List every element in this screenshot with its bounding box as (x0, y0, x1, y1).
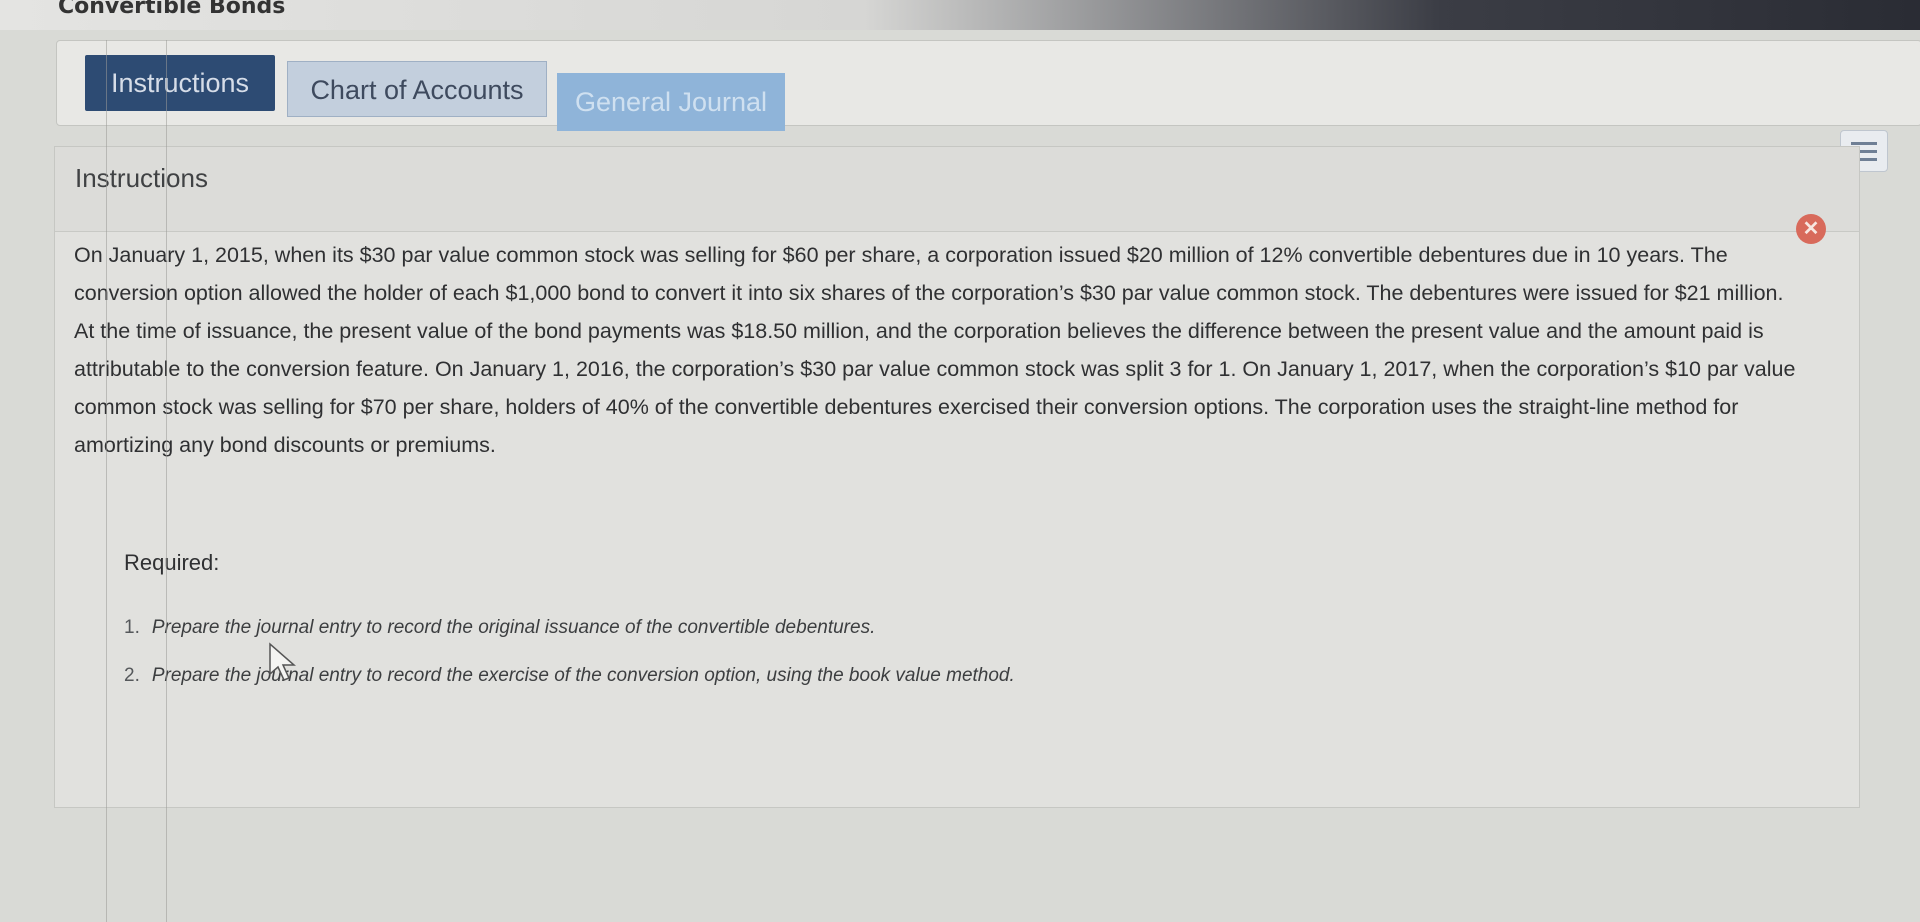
problem-line: conversion option allowed the holder of … (74, 281, 1784, 305)
problem-line: On January 1, 2015, when its $30 par val… (74, 243, 1728, 267)
problem-line: attributable to the conversion feature. … (74, 357, 1796, 381)
screen-moire-line (106, 40, 107, 922)
required-item: 1. Prepare the journal entry to record th… (124, 606, 1524, 650)
problem-line: common stock was selling for $70 per sha… (74, 395, 1739, 419)
screen-moire-line (166, 40, 167, 922)
required-item-number: 1. (124, 617, 140, 638)
panel-heading: Instructions (55, 147, 1859, 232)
problem-line: At the time of issuance, the present val… (74, 319, 1764, 343)
required-item-text: Prepare the journal entry to record the … (151, 617, 876, 638)
tab-bar: Instructions Chart of Accounts General J… (56, 40, 1920, 131)
required-heading: Required: (124, 550, 220, 575)
tab-chart-of-accounts[interactable]: Chart of Accounts (287, 61, 547, 117)
problem-line: amortizing any bond discounts or premium… (74, 433, 496, 457)
menu-bar-line (1851, 141, 1877, 145)
required-list: 1. Prepare the journal entry to record th… (124, 606, 1524, 698)
mouse-cursor-icon (269, 642, 296, 681)
title-bar: Convertible Bonds (0, 0, 1920, 30)
tab-general-journal[interactable]: General Journal (557, 73, 785, 131)
required-item: 2. Prepare the journal entry to record th… (124, 654, 1524, 698)
tab-instructions[interactable]: Instructions (85, 55, 275, 111)
panel-title: Instructions (75, 163, 208, 193)
problem-statement: On January 1, 2015, when its $30 par val… (74, 236, 1854, 464)
window-title: Convertible Bonds (58, 0, 286, 19)
required-item-number: 2. (124, 665, 140, 686)
